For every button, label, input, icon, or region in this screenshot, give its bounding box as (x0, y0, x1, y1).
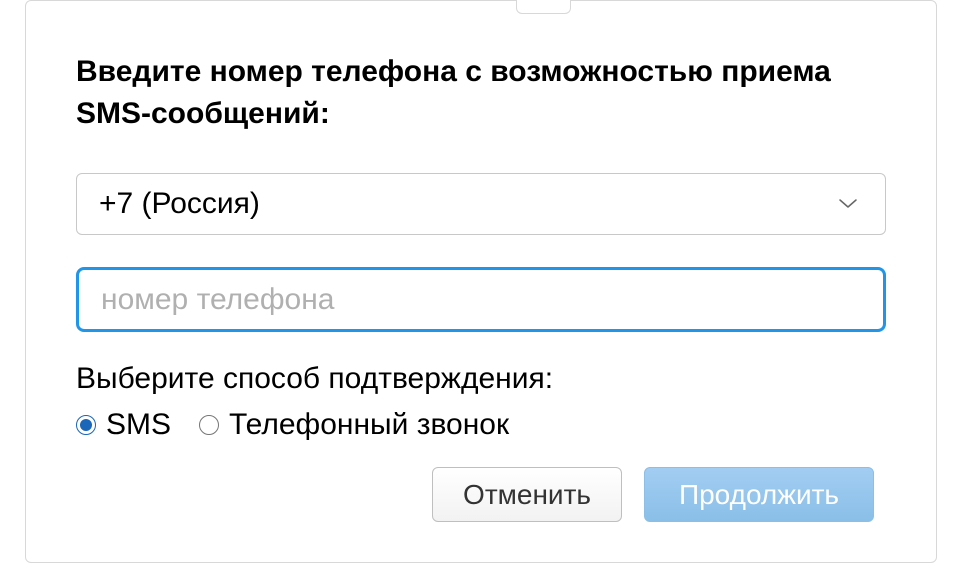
country-selected-label: +7 (Россия) (99, 187, 260, 221)
radio-option-sms[interactable]: SMS (76, 408, 171, 442)
chevron-down-icon (839, 199, 857, 209)
dialog-button-row: Отменить Продолжить (432, 467, 874, 522)
cancel-button[interactable]: Отменить (432, 467, 622, 522)
verification-method-group: SMS Телефонный звонок (76, 408, 886, 442)
radio-call-input[interactable] (199, 415, 219, 435)
phone-verification-dialog: Введите номер телефона с возможностью пр… (25, 0, 937, 563)
instruction-text: Введите номер телефона с возможностью пр… (76, 51, 886, 135)
radio-sms-label: SMS (106, 408, 171, 442)
phone-number-input[interactable] (76, 267, 886, 332)
radio-option-call[interactable]: Телефонный звонок (199, 408, 509, 442)
radio-sms-input[interactable] (76, 415, 96, 435)
country-code-select[interactable]: +7 (Россия) (76, 173, 886, 235)
dialog-notch (516, 0, 571, 14)
radio-call-label: Телефонный звонок (229, 408, 509, 442)
continue-button[interactable]: Продолжить (644, 467, 874, 522)
verification-method-label: Выберите способ подтверждения: (76, 362, 886, 396)
